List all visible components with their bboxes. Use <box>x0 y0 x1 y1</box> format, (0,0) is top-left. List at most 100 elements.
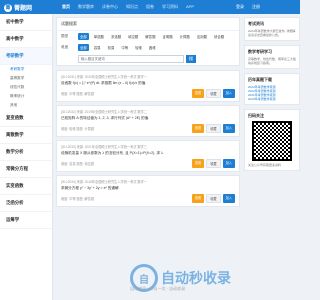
question-body[interactable]: 求微分方程 y″ − 3y′ + 2y = eˣ 的通解. <box>61 186 235 191</box>
top-navbar: 菁 菁题网 首页 数学题库 试卷中心 知识点 组卷 学习资料 APP 登录 注册 <box>0 0 300 14</box>
question-meta: [ID:12031] 来源: 2020年全国硕士研究生入学统一考试 数学一 <box>61 75 147 79</box>
right-sidebar: 考试资讯 2024年考研数学大纲已发布, 详细解读请点击查看最新公告。 数学考研… <box>244 17 300 300</box>
search-button[interactable]: 搜 <box>186 55 196 63</box>
nav-item-bank[interactable]: 数学题库 <box>78 4 94 10</box>
download-link[interactable]: 2020年考研数学真题 <box>248 97 296 101</box>
news-card-text: 2024年考研数学大纲已发布, 详细解读请点击查看最新公告。 <box>248 29 296 37</box>
logo-text: 菁题网 <box>14 6 33 12</box>
question-info: 难度: 中等 题型: 解答题 <box>61 197 95 201</box>
filter-chip[interactable]: 较难 <box>133 44 144 51</box>
register-link[interactable]: 注册 <box>252 4 260 10</box>
sidebar-item-graduate[interactable]: 考研数学 <box>0 48 52 65</box>
view-button[interactable]: 查看 <box>191 124 205 133</box>
question-body[interactable]: 设函数 f(x) = ∫₀ˣ e^{t²} dt, 求极限 lim (x→0) … <box>61 81 235 86</box>
question-meta: [ID:12033] 来源: 2021年全国硕士研究生入学统一考试 数学三 <box>61 145 147 149</box>
sidebar-sub-calculus[interactable]: 高等数学 <box>0 74 52 83</box>
download-card: 历年真题下载 2023年考研数学真题 2022年考研数学真题 2021年考研数学… <box>244 73 300 105</box>
collect-button[interactable]: 收藏 <box>206 89 221 98</box>
site-logo[interactable]: 菁 菁题网 <box>4 3 42 12</box>
sidebar-sub-graduate[interactable]: 考研数学 <box>0 65 52 74</box>
question-meta: [ID:12032] 来源: 2019年全国硕士研究生入学统一考试 数学二 <box>61 110 147 114</box>
view-button[interactable]: 查看 <box>191 89 205 98</box>
nav-item-compose[interactable]: 组卷 <box>146 4 154 10</box>
question-card: [ID:12031] 来源: 2020年全国硕士研究生入学统一考试 数学一 设函… <box>56 70 240 102</box>
sidebar-item-real[interactable]: 实变函数 <box>0 178 52 195</box>
filter-chip[interactable]: 填空题 <box>126 33 140 40</box>
watermark: 自 自动秒收录 自动收录 · 来访一次 · 自动收录 <box>130 264 231 292</box>
filter-chip[interactable]: 中等 <box>119 44 130 51</box>
sidebar-item-ode[interactable]: 常微分方程 <box>0 161 52 178</box>
watermark-subtext: 自动收录 · 来访一次 · 自动收录 <box>130 286 186 291</box>
filter-label-difficulty: 难度 <box>61 45 69 49</box>
add-button[interactable]: 加入 <box>222 159 235 168</box>
nav-item-papers[interactable]: 试卷中心 <box>102 4 118 10</box>
add-button[interactable]: 加入 <box>222 124 235 133</box>
main-content: 试题搜索 题型 全部 单选题 多选题 填空题 解答题 证明题 计算题 应用题 综… <box>56 17 240 300</box>
question-body[interactable]: 设随机变量 X 服从参数为 λ 的泊松分布, 且 P(X=1)=P(X=2), … <box>61 151 235 156</box>
filter-chip[interactable]: 多选题 <box>109 33 123 40</box>
filter-chip[interactable]: 解答题 <box>143 33 157 40</box>
question-card: [ID:12034] 来源: 2018年全国硕士研究生入学统一考试 数学一 求微… <box>56 175 240 207</box>
question-meta: [ID:12034] 来源: 2018年全国硕士研究生入学统一考试 数学一 <box>61 180 147 184</box>
main-nav: 首页 数学题库 试卷中心 知识点 组卷 学习资料 APP <box>62 4 194 10</box>
sidebar-item-discrete[interactable]: 离散数学 <box>0 127 52 144</box>
filter-chip[interactable]: 全部 <box>78 44 89 51</box>
sidebar-item-junior[interactable]: 初中数学 <box>0 14 52 31</box>
filter-chip[interactable]: 证明题 <box>160 33 174 40</box>
sidebar-item-complex[interactable]: 复变函数 <box>0 110 52 127</box>
question-info: 难度: 容易 题型: 填空题 <box>61 162 95 166</box>
filter-chip[interactable]: 综合题 <box>212 33 226 40</box>
nav-item-materials[interactable]: 学习资料 <box>162 4 178 10</box>
filter-chip[interactable]: 单选题 <box>92 33 106 40</box>
study-card: 数学考研学习 高等数学、线性代数、概率论三大板块系统复习指南。 <box>244 45 300 69</box>
sidebar-item-or[interactable]: 运筹学 <box>0 212 52 229</box>
filter-chip[interactable]: 全部 <box>78 33 89 40</box>
filter-row-type: 题型 全部 单选题 多选题 填空题 解答题 证明题 计算题 应用题 综合题 <box>57 31 239 42</box>
filter-chip[interactable]: 较易 <box>106 44 117 51</box>
view-button[interactable]: 查看 <box>191 194 205 203</box>
download-card-title: 历年真题下载 <box>248 77 272 82</box>
study-card-text: 高等数学、线性代数、概率论三大板块系统复习指南。 <box>248 57 297 65</box>
collect-button[interactable]: 收藏 <box>206 124 221 133</box>
collect-button[interactable]: 收藏 <box>206 159 221 168</box>
sidebar-sub-linear[interactable]: 线性代数 <box>0 83 52 92</box>
add-button[interactable]: 加入 <box>222 194 235 203</box>
question-card: [ID:12033] 来源: 2021年全国硕士研究生入学统一考试 数学三 设随… <box>56 140 240 172</box>
account-links: 登录 注册 <box>236 4 260 10</box>
qr-card: 扫码关注 关注公众号获取更多资料 <box>244 109 300 171</box>
news-card: 考试资讯 2024年考研数学大纲已发布, 详细解读请点击查看最新公告。 <box>244 17 300 41</box>
qr-code-icon <box>252 121 292 161</box>
search-input[interactable] <box>78 55 184 63</box>
sidebar-sub-prob[interactable]: 概率统计 <box>0 92 52 101</box>
filter-label-type: 题型 <box>61 34 69 38</box>
search-box: 搜 <box>78 55 196 63</box>
search-row: 搜 <box>57 53 239 65</box>
view-button[interactable]: 查看 <box>191 159 205 168</box>
logo-icon: 菁 <box>4 3 12 12</box>
news-card-title: 考试资讯 <box>248 21 264 26</box>
sidebar-item-functional[interactable]: 泛函分析 <box>0 195 52 212</box>
question-info: 难度: 较难 题型: 计算题 <box>61 127 95 131</box>
filter-chip[interactable]: 应用题 <box>195 33 209 40</box>
filter-title: 试题搜索 <box>57 18 239 31</box>
filter-row-difficulty: 难度 全部 容易 较易 中等 较难 困难 <box>57 42 239 53</box>
question-body[interactable]: 已知矩阵 A 的特征值为 1, 2, 3, 求行列式 |A* + 2E| 的值. <box>61 116 235 121</box>
study-card-title: 数学考研学习 <box>248 49 272 54</box>
filter-chip[interactable]: 计算题 <box>178 33 192 40</box>
filter-chip[interactable]: 容易 <box>92 44 103 51</box>
login-link[interactable]: 登录 <box>236 4 244 10</box>
collect-button[interactable]: 收藏 <box>206 194 221 203</box>
watermark-text: 自动秒收录 <box>161 270 231 286</box>
filter-chip[interactable]: 困难 <box>147 44 158 51</box>
sidebar-item-analysis[interactable]: 数学分析 <box>0 144 52 161</box>
question-card: [ID:12032] 来源: 2019年全国硕士研究生入学统一考试 数学二 已知… <box>56 105 240 137</box>
filter-panel: 试题搜索 题型 全部 单选题 多选题 填空题 解答题 证明题 计算题 应用题 综… <box>56 17 240 66</box>
sidebar: 初中数学 高中数学 考研数学 考研数学 高等数学 线性代数 概率统计 其他 复变… <box>0 14 53 300</box>
sidebar-sub-other[interactable]: 其他 <box>0 101 52 110</box>
sidebar-item-senior[interactable]: 高中数学 <box>0 31 52 48</box>
nav-item-app[interactable]: APP <box>186 4 194 10</box>
nav-item-knowledge[interactable]: 知识点 <box>126 4 138 10</box>
question-info: 难度: 中等 题型: 解答题 <box>61 92 95 96</box>
add-button[interactable]: 加入 <box>222 89 235 98</box>
nav-item-home[interactable]: 首页 <box>62 4 70 10</box>
